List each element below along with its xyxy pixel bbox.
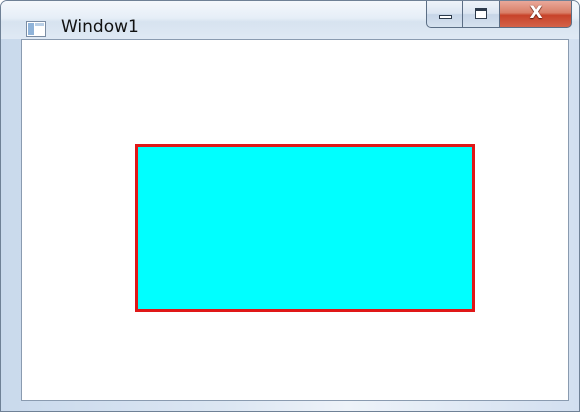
maximize-button[interactable] [463,1,500,28]
close-button[interactable]: X [500,1,572,28]
app-window: Window1 X [0,0,580,412]
cyan-rectangle [135,144,475,312]
maximize-icon [475,8,487,19]
window-client-area [21,39,569,401]
close-icon: X [529,3,543,23]
caption-buttons: X [426,1,572,28]
minimize-button[interactable] [426,1,463,28]
app-window-icon[interactable] [26,21,46,37]
window-title: Window1 [61,17,139,37]
minimize-icon [439,15,452,19]
